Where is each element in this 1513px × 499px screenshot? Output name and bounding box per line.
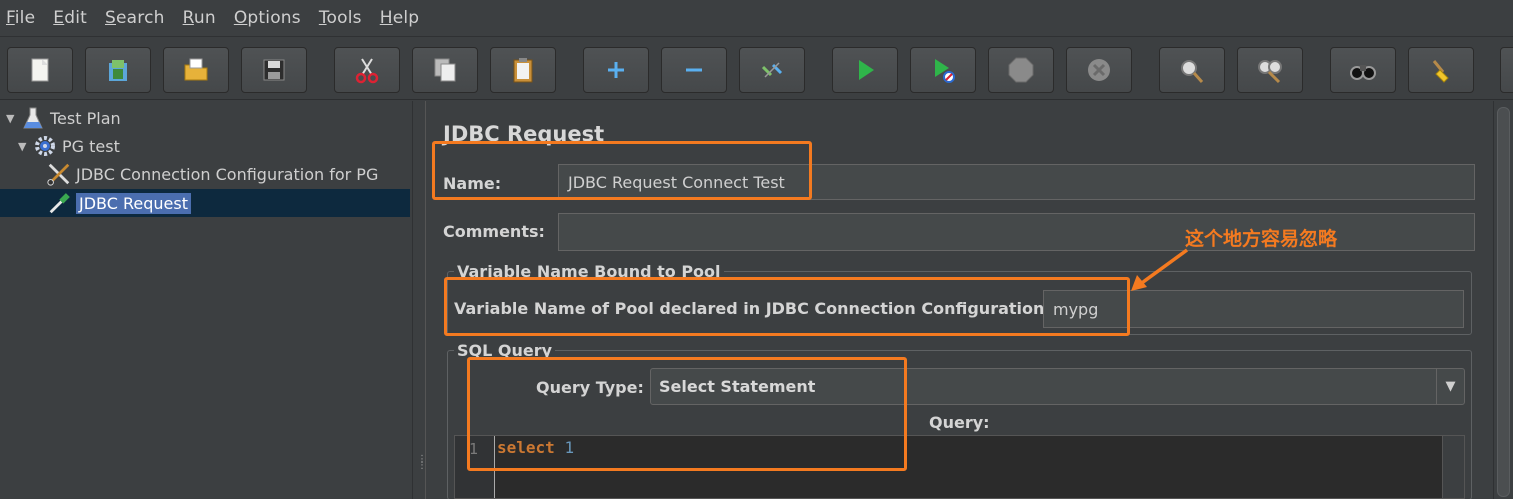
panel-scrollbar[interactable] — [1493, 101, 1513, 499]
expand-arrow-icon[interactable]: ▼ — [18, 140, 32, 153]
clear-button[interactable] — [1159, 47, 1225, 93]
tree-node-thread-group[interactable]: ▼ PG test — [18, 132, 120, 160]
menu-file[interactable]: File — [6, 8, 35, 28]
templates-button[interactable] — [85, 47, 151, 93]
menu-tools[interactable]: Tools — [319, 8, 362, 28]
new-icon — [31, 58, 49, 82]
gear-icon — [32, 133, 58, 159]
paste-icon — [513, 58, 533, 83]
menu-file-mnemonic: F — [6, 8, 15, 28]
menu-edit-label: dit — [64, 8, 87, 28]
reset-search-icon — [1432, 60, 1449, 83]
clear-all-icon — [1258, 60, 1282, 84]
menu-help[interactable]: Help — [380, 8, 420, 28]
search-button[interactable] — [1330, 47, 1396, 93]
tree-node-test-plan[interactable]: ▼ Test Plan — [6, 104, 121, 132]
menu-help-label: elp — [392, 8, 420, 28]
menu-run-label: un — [193, 8, 216, 28]
menu-file-label: ile — [14, 8, 36, 28]
collapse-icon — [686, 68, 702, 72]
comments-field[interactable] — [558, 213, 1475, 251]
menu-search-mnemonic: S — [105, 8, 116, 28]
splitter-grip-icon: ⋮ ⋮ — [417, 454, 427, 471]
menu-tools-label: ools — [326, 8, 362, 28]
menu-options-label: ptions — [247, 8, 301, 28]
tree-node-connection-config[interactable]: JDBC Connection Configuration for PG — [46, 160, 378, 188]
pipette-icon — [46, 190, 72, 216]
clear-icon — [1181, 60, 1204, 83]
tree-node-label: JDBC Request — [76, 192, 191, 214]
paste-button[interactable] — [490, 47, 556, 93]
menu-help-mnemonic: H — [379, 8, 393, 28]
collapse-button[interactable] — [661, 47, 727, 93]
tree-node-label: JDBC Connection Configuration for PG — [76, 164, 379, 184]
cut-button[interactable] — [334, 47, 400, 93]
clear-all-button[interactable] — [1237, 47, 1303, 93]
menu-tools-mnemonic: T — [318, 8, 327, 28]
expand-arrow-icon[interactable]: ▼ — [6, 112, 20, 125]
query-label: Query: — [929, 413, 990, 432]
test-plan-tree: ▼ Test Plan ▼ PG test JDBC Connection Co… — [0, 101, 412, 499]
annotation-box-pool — [444, 277, 1130, 336]
templates-icon — [109, 60, 127, 81]
annotation-box-query — [467, 357, 907, 471]
scrollbar-thumb[interactable] — [1497, 107, 1510, 497]
stop-button[interactable] — [988, 47, 1054, 93]
tools-icon — [46, 161, 72, 187]
toolbar-overflow-button[interactable] — [1500, 47, 1513, 93]
annotation-text: 这个地方容易忽略 — [1185, 228, 1338, 250]
toggle-button[interactable] — [739, 47, 805, 93]
menu-bar: File Edit Search Run Options Tools Help — [0, 0, 1513, 36]
search-icon — [1350, 65, 1376, 80]
annotation-arrow-icon — [1131, 248, 1189, 291]
panel-splitter[interactable]: ⋮ ⋮ — [412, 101, 427, 499]
menu-run-mnemonic: R — [182, 8, 194, 28]
chevron-down-icon[interactable]: ▼ — [1436, 369, 1464, 404]
menu-options[interactable]: Options — [234, 8, 301, 28]
editor-scrollbar[interactable] — [1442, 436, 1464, 498]
open-button[interactable] — [163, 47, 229, 93]
start-no-pause-button[interactable] — [910, 47, 976, 93]
menu-edit-mnemonic: E — [53, 8, 65, 28]
save-button[interactable] — [241, 47, 307, 93]
shutdown-button[interactable] — [1066, 47, 1132, 93]
annotation-box-name — [432, 141, 812, 200]
start-button[interactable] — [832, 47, 898, 93]
reset-search-button[interactable] — [1408, 47, 1474, 93]
menu-options-mnemonic: O — [233, 8, 248, 28]
expand-icon — [608, 62, 624, 78]
toolbar — [0, 36, 1513, 100]
menu-search-label: earch — [116, 8, 165, 28]
shutdown-icon — [1088, 59, 1110, 81]
menu-search[interactable]: Search — [105, 8, 165, 28]
menu-edit[interactable]: Edit — [53, 8, 87, 28]
expand-button[interactable] — [583, 47, 649, 93]
toggle-icon — [761, 62, 783, 78]
flask-icon — [20, 105, 46, 131]
start-icon — [859, 60, 874, 80]
start-no-pause-icon — [935, 59, 955, 83]
new-button[interactable] — [7, 47, 73, 93]
cut-icon — [355, 58, 379, 84]
copy-button[interactable] — [412, 47, 478, 93]
comments-label: Comments: — [443, 222, 545, 241]
tree-node-jdbc-request[interactable]: JDBC Request — [0, 189, 410, 217]
copy-icon — [434, 58, 456, 82]
save-icon — [263, 59, 285, 81]
open-icon — [184, 58, 208, 81]
stop-icon — [1008, 57, 1034, 83]
tree-node-label: Test Plan — [50, 108, 121, 128]
menu-run[interactable]: Run — [183, 8, 216, 28]
tree-node-label: PG test — [62, 136, 120, 156]
